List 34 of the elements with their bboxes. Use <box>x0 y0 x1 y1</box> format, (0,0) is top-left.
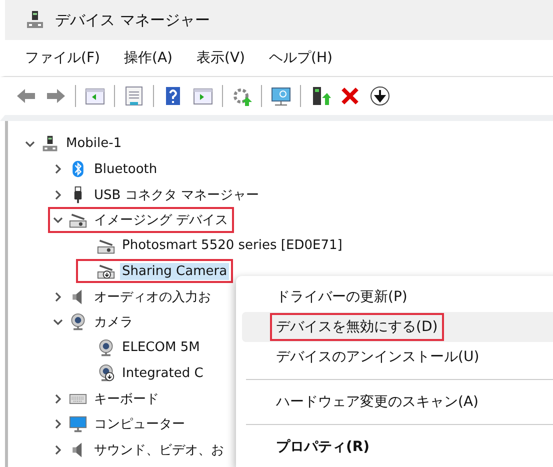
tree-item[interactable]: キーボード <box>92 388 161 409</box>
tree-item[interactable]: コンピューター <box>92 414 187 434</box>
menu-item[interactable]: ハードウェア変更のスキャン(A) <box>270 388 485 416</box>
menu-item[interactable]: ドライバーの更新(P) <box>270 283 414 311</box>
tree-item[interactable]: オーディオの入力お <box>92 286 213 307</box>
menu-item[interactable]: ヘルプ(H) <box>269 49 332 67</box>
document-icon[interactable] <box>123 85 145 107</box>
menu-item[interactable]: ファイル(F) <box>25 49 100 67</box>
scanner-icon <box>69 211 87 230</box>
tree-item[interactable]: Photosmart 5520 series [ED0E71] <box>120 237 344 254</box>
menu-item[interactable]: デバイスのアンインストール(U) <box>270 343 486 371</box>
tree-item[interactable]: Mobile-1 <box>64 135 124 152</box>
monitor-icon <box>69 415 87 434</box>
webcam-icon <box>97 338 115 357</box>
computer-icon <box>25 10 45 30</box>
webcam-icon <box>97 364 115 382</box>
tree-item[interactable]: サウンド、ビデオ、お <box>92 440 226 460</box>
scanner-icon <box>97 262 115 280</box>
webcam-icon <box>69 313 87 332</box>
window-title: デバイス マネージャー <box>55 10 210 30</box>
menu-item[interactable]: 操作(A) <box>124 49 172 67</box>
tree-item[interactable]: Bluetooth <box>92 160 160 178</box>
menu-item[interactable]: プロパティ(R) <box>270 433 376 461</box>
menu-item[interactable]: デバイスを無効にする(D) <box>270 313 444 341</box>
close-icon[interactable] <box>339 85 361 107</box>
tree-item[interactable]: USB コネクタ マネージャー <box>92 184 261 205</box>
monitor-icon[interactable] <box>270 85 292 107</box>
download-icon[interactable] <box>369 85 391 107</box>
tree-item[interactable]: カメラ <box>92 312 135 332</box>
computer-icon <box>41 134 59 153</box>
menu-item[interactable]: 表示(V) <box>196 49 246 67</box>
tree-item[interactable]: Sharing Camera <box>120 262 230 280</box>
tree-item[interactable]: Integrated C <box>120 364 206 382</box>
tree-item[interactable]: ELECOM 5M <box>120 339 202 356</box>
